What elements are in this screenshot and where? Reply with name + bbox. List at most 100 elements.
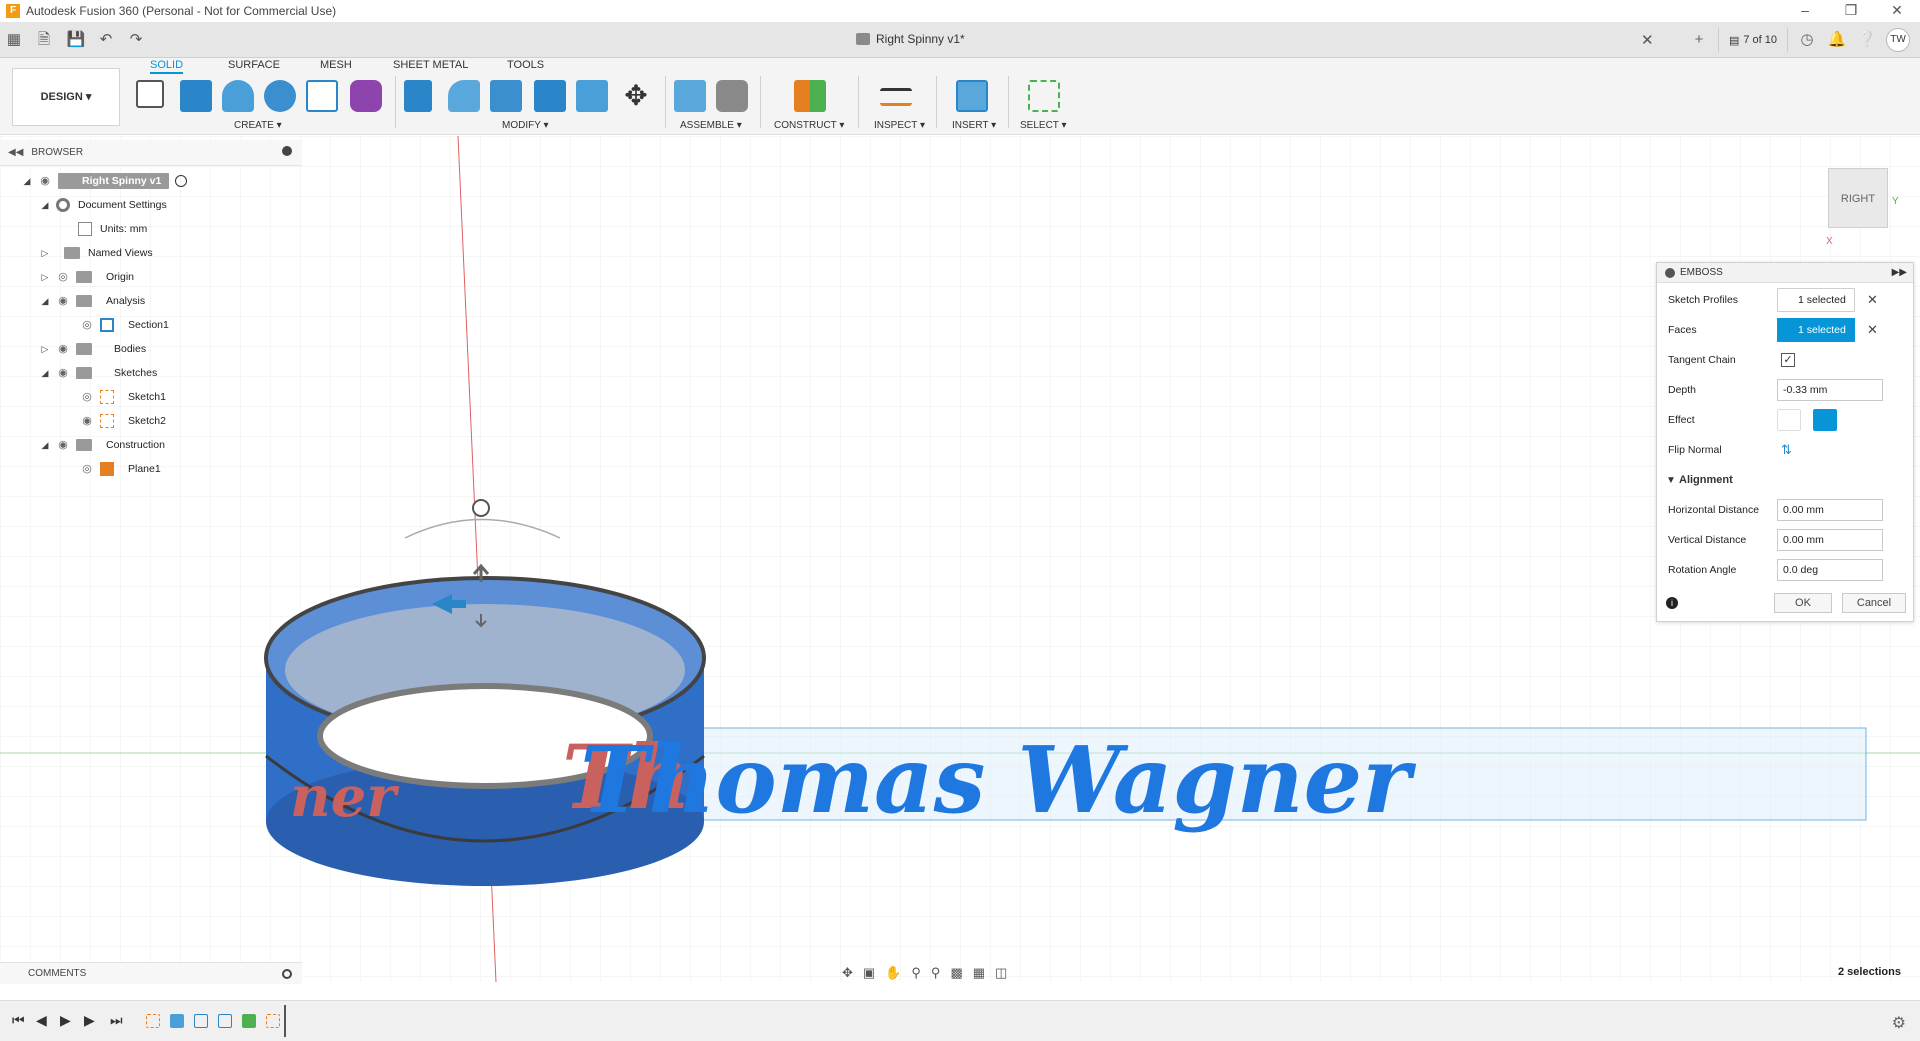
job-status-icon[interactable]: ◷ xyxy=(1796,29,1818,51)
undo-icon[interactable]: ↶ xyxy=(96,30,116,50)
visibility-off-icon[interactable]: ◎ xyxy=(80,464,94,475)
tree-item-analysis[interactable]: ◢ ◉ Analysis xyxy=(40,290,145,312)
offset-plane-icon[interactable] xyxy=(794,80,826,112)
form-icon[interactable] xyxy=(350,80,382,112)
rotation-angle-input[interactable]: 0.0 deg xyxy=(1777,559,1883,581)
modify-menu[interactable]: MODIFY ▾ xyxy=(502,120,549,131)
save-icon[interactable]: 💾 xyxy=(66,30,86,50)
visibility-off-icon[interactable]: ◎ xyxy=(56,272,70,283)
timeline-sketch-icon[interactable] xyxy=(146,1014,160,1028)
rotate-handle-icon[interactable] xyxy=(472,499,490,517)
create-menu[interactable]: CREATE ▾ xyxy=(234,120,282,131)
cancel-button[interactable]: Cancel xyxy=(1842,593,1906,613)
effect-emboss-icon[interactable] xyxy=(1777,409,1801,431)
new-tab-icon[interactable]: + xyxy=(1688,29,1710,51)
expand-icon[interactable]: ◢ xyxy=(40,440,50,450)
press-pull-icon[interactable] xyxy=(404,80,432,112)
tree-item-named-views[interactable]: ▷ Named Views xyxy=(40,242,153,264)
tangent-chain-checkbox[interactable]: ✓ xyxy=(1781,353,1795,367)
visibility-icon[interactable]: ◉ xyxy=(56,344,70,355)
hole-icon[interactable] xyxy=(264,80,296,112)
file-icon[interactable]: 🗎 xyxy=(34,30,54,50)
grid-menu-icon[interactable]: ▦ xyxy=(4,30,24,50)
new-component-icon[interactable] xyxy=(674,80,706,112)
combine-icon[interactable] xyxy=(534,80,566,112)
tree-item-construction[interactable]: ◢ ◉ Construction xyxy=(40,434,165,456)
tree-item-document-settings[interactable]: ◢ Document Settings xyxy=(40,194,167,216)
split-body-icon[interactable] xyxy=(576,80,608,112)
construct-menu[interactable]: CONSTRUCT ▾ xyxy=(774,120,844,131)
fit-icon[interactable]: ⚲ xyxy=(931,965,941,981)
select-menu[interactable]: SELECT ▾ xyxy=(1020,120,1067,131)
go-to-end-icon[interactable]: ⏭ xyxy=(110,1012,123,1029)
faces-selector[interactable]: 1 selected xyxy=(1777,318,1855,342)
play-icon[interactable]: ▶ xyxy=(60,1012,71,1029)
joint-icon[interactable] xyxy=(716,80,748,112)
tree-item-bodies[interactable]: ▷ ◉ Bodies xyxy=(40,338,146,360)
horizontal-distance-input[interactable]: 0.00 mm xyxy=(1777,499,1883,521)
tab-sheet-metal[interactable]: SHEET METAL xyxy=(393,58,468,74)
orbit-icon[interactable]: ✥ xyxy=(842,965,853,981)
go-to-start-icon[interactable]: ⏮ xyxy=(12,1012,25,1029)
tree-item-root[interactable]: ◢ ◉ Right Spinny v1 xyxy=(22,170,188,192)
timeline-feature-icon[interactable] xyxy=(170,1014,184,1028)
grid-settings-icon[interactable]: ▦ xyxy=(973,965,985,981)
emboss-header[interactable]: EMBOSS ▶▶ xyxy=(1657,263,1913,283)
insert-canvas-icon[interactable] xyxy=(956,80,988,112)
expand-icon[interactable]: ◢ xyxy=(40,368,50,378)
pan-icon[interactable]: ✋ xyxy=(885,965,901,981)
tree-item-sketch2[interactable]: ◉ Sketch2 xyxy=(80,410,166,432)
step-forward-icon[interactable]: ▶ xyxy=(84,1012,95,1029)
expand-dialog-icon[interactable]: ▶▶ xyxy=(1892,267,1907,278)
user-avatar[interactable]: TW xyxy=(1886,28,1910,52)
add-comment-icon[interactable] xyxy=(282,969,292,979)
tree-item-sketches[interactable]: ◢ ◉ Sketches xyxy=(40,362,157,384)
tab-solid[interactable]: SOLID xyxy=(150,58,184,74)
move-icon[interactable]: ✥ xyxy=(620,80,652,112)
help-icon[interactable]: ❔ xyxy=(1856,29,1878,51)
step-back-icon[interactable]: ◀ xyxy=(36,1012,47,1029)
vertical-distance-input[interactable]: 0.00 mm xyxy=(1777,529,1883,551)
timeline-plane-icon[interactable] xyxy=(242,1014,256,1028)
workspace-switcher[interactable]: DESIGN ▾ xyxy=(12,68,120,126)
visibility-off-icon[interactable]: ◎ xyxy=(80,320,94,331)
redo-icon[interactable]: ↷ xyxy=(126,30,146,50)
fillet-icon[interactable] xyxy=(448,80,480,112)
timeline-settings-gear-icon[interactable]: ⚙ xyxy=(1892,1013,1906,1033)
expand-icon[interactable]: ◢ xyxy=(22,176,32,186)
tab-surface[interactable]: SURFACE xyxy=(228,58,280,74)
tab-tools[interactable]: TOOLS xyxy=(507,58,544,74)
revolve-icon[interactable] xyxy=(222,80,254,112)
tree-item-origin[interactable]: ▷ ◎ Origin xyxy=(40,266,134,288)
effect-deboss-icon[interactable] xyxy=(1813,409,1837,431)
pattern-icon[interactable] xyxy=(306,80,338,112)
visibility-off-icon[interactable]: ◎ xyxy=(80,392,94,403)
timeline-sketch-icon[interactable] xyxy=(266,1014,280,1028)
collapse-section-icon[interactable]: ▼ xyxy=(1666,475,1676,486)
ok-button[interactable]: OK xyxy=(1774,593,1832,613)
clear-selection-icon[interactable]: ✕ xyxy=(1867,292,1878,308)
tab-mesh[interactable]: MESH xyxy=(320,58,352,74)
view-cube[interactable]: RIGHT xyxy=(1828,168,1888,228)
viewports-icon[interactable]: ◫ xyxy=(995,965,1007,981)
select-icon[interactable] xyxy=(1028,80,1060,112)
page-counter[interactable]: ▤ 7 of 10 xyxy=(1717,28,1788,52)
collapse-browser-icon[interactable]: ◀◀ xyxy=(8,147,23,158)
shell-icon[interactable] xyxy=(490,80,522,112)
browser-pin-icon[interactable] xyxy=(282,146,292,156)
flip-normal-icon[interactable]: ⇅ xyxy=(1781,442,1792,458)
create-sketch-icon[interactable] xyxy=(136,80,164,108)
timeline-marker[interactable] xyxy=(284,1005,286,1037)
display-settings-icon[interactable]: ▩ xyxy=(950,965,962,981)
measure-icon[interactable] xyxy=(880,88,912,106)
assemble-menu[interactable]: ASSEMBLE ▾ xyxy=(680,120,742,131)
tree-item-plane1[interactable]: ◎ Plane1 xyxy=(80,458,161,480)
timeline-feature-icon[interactable] xyxy=(194,1014,208,1028)
expand-icon[interactable]: ▷ xyxy=(40,344,50,354)
notifications-icon[interactable]: 🔔 xyxy=(1826,29,1848,51)
expand-icon[interactable]: ▷ xyxy=(40,272,50,282)
visibility-icon[interactable]: ◉ xyxy=(80,416,94,427)
visibility-icon[interactable]: ◉ xyxy=(38,176,52,187)
look-at-icon[interactable]: ▣ xyxy=(863,965,875,981)
clear-selection-icon[interactable]: ✕ xyxy=(1867,322,1878,338)
